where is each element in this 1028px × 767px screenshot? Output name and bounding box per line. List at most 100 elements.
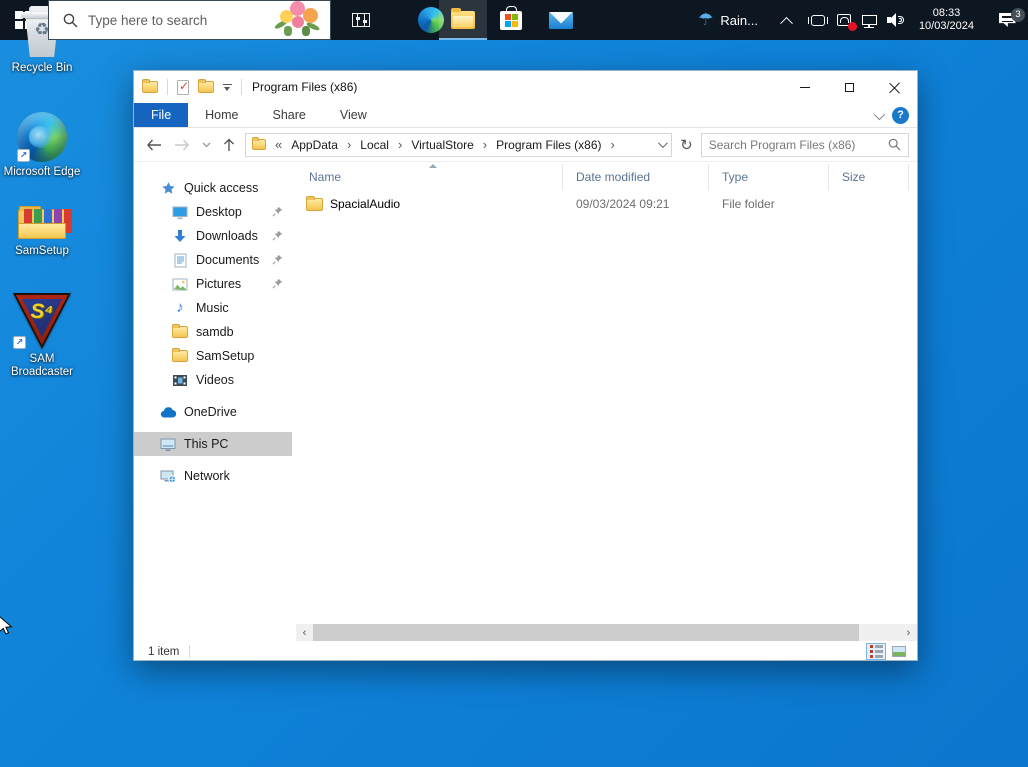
search-highlight-flowers-icon[interactable] (272, 0, 328, 38)
window-title: Program Files (x86) (252, 80, 358, 94)
breadcrumb-item[interactable]: Local (360, 138, 389, 152)
recent-locations-icon[interactable] (202, 142, 211, 148)
search-icon[interactable] (888, 138, 901, 151)
tab-share[interactable]: Share (256, 103, 323, 127)
thumbnails-view-icon[interactable] (889, 643, 909, 660)
sidebar-item-quick-access[interactable]: Quick access (134, 176, 292, 200)
tab-file[interactable]: File (134, 103, 189, 127)
chevron-up-icon[interactable] (780, 16, 793, 30)
column-header-size[interactable]: Size (829, 164, 909, 190)
sidebar-item-music[interactable]: ♪ Music (134, 296, 292, 320)
forward-icon[interactable] (174, 139, 190, 151)
sidebar-item-desktop[interactable]: Desktop (134, 200, 292, 224)
sidebar-item-downloads[interactable]: Downloads (134, 224, 292, 248)
sidebar-item-this-pc[interactable]: This PC (134, 432, 292, 456)
scrollbar-thumb[interactable] (313, 624, 859, 641)
folder-with-files-icon (18, 203, 72, 241)
up-icon[interactable] (223, 138, 235, 152)
pin-icon (272, 254, 283, 265)
star-icon (160, 180, 176, 196)
column-header-type[interactable]: Type (709, 164, 829, 190)
navigation-pane: Quick access Desktop Downloads Documents… (134, 162, 292, 641)
address-folder-icon (252, 137, 266, 150)
sidebar-item-network[interactable]: Network (134, 464, 292, 488)
maximize-button[interactable] (827, 71, 872, 103)
back-icon[interactable] (146, 139, 162, 151)
column-header-name[interactable]: Name (296, 164, 563, 190)
minimize-button[interactable] (782, 71, 827, 103)
store-icon[interactable] (489, 0, 533, 40)
details-view-icon[interactable] (866, 643, 886, 660)
desktop-icon-label: SamSetup (15, 245, 69, 257)
folder-icon (172, 348, 188, 364)
action-center-icon[interactable]: 3 (986, 8, 1028, 27)
close-button[interactable] (872, 71, 917, 103)
scroll-left-icon[interactable]: ‹ (296, 624, 313, 641)
tab-home[interactable]: Home (188, 103, 255, 127)
sidebar-item-videos[interactable]: Videos (134, 368, 292, 392)
sidebar-item-documents[interactable]: Documents (134, 248, 292, 272)
help-icon[interactable]: ? (892, 107, 909, 124)
ribbon-tabs: File Home Share View ? (134, 103, 917, 128)
mouse-cursor (0, 616, 13, 635)
chevron-right-icon[interactable]: › (608, 137, 618, 152)
breadcrumb-overflow[interactable]: « (272, 137, 285, 152)
address-breadcrumb[interactable]: « AppData › Local › VirtualStore › Progr… (245, 132, 673, 157)
pin-icon (272, 278, 283, 289)
task-view-icon[interactable] (339, 0, 383, 40)
explorer-search-box[interactable] (700, 132, 909, 157)
desktop-icon-label: Microsoft Edge (3, 166, 81, 178)
new-folder-icon[interactable] (198, 79, 214, 93)
properties-check-icon[interactable]: ✓ (177, 79, 189, 95)
meet-now-icon[interactable] (806, 0, 830, 40)
desktop-icon-label: Recycle Bin (11, 62, 73, 74)
chevron-right-icon[interactable]: › (395, 137, 405, 152)
desktop-monitor-icon (172, 204, 188, 220)
desktop-icon-microsoft-edge[interactable]: ↗ Microsoft Edge (0, 112, 84, 179)
clock-date: 10/03/2024 (918, 20, 974, 32)
window-folder-icon (142, 79, 158, 93)
refresh-icon[interactable]: ↻ (680, 136, 693, 154)
pin-icon (272, 230, 283, 241)
column-header-date-modified[interactable]: Date modified (563, 164, 709, 190)
breadcrumb-item[interactable]: AppData (291, 138, 338, 152)
sidebar-item-pictures[interactable]: Pictures (134, 272, 292, 296)
desktop-icon-samsetup[interactable]: SamSetup (0, 203, 84, 258)
onedrive-cloud-icon (160, 404, 176, 420)
chevron-right-icon[interactable]: › (344, 137, 354, 152)
explorer-search-input[interactable] (708, 137, 888, 152)
expand-ribbon-icon[interactable] (873, 108, 886, 120)
sidebar-item-samsetup[interactable]: SamSetup (134, 344, 292, 368)
mail-icon[interactable] (539, 0, 583, 40)
taskbar-search-box[interactable] (48, 0, 331, 40)
desktop-icon-sam-broadcaster[interactable]: S⁴ ↗ SAM Broadcaster (0, 293, 84, 379)
horizontal-scrollbar[interactable]: ‹ › (296, 624, 917, 641)
taskbar: ☂ Rain... 08:33 10/03/2024 3 (0, 0, 1028, 40)
scroll-right-icon[interactable]: › (900, 624, 917, 641)
pin-icon (272, 206, 283, 217)
volume-icon[interactable] (884, 0, 908, 40)
chevron-right-icon[interactable]: › (480, 137, 490, 152)
sort-ascending-icon (429, 164, 437, 168)
ethernet-icon[interactable] (858, 0, 882, 40)
sync-alert-icon[interactable] (832, 0, 857, 40)
clock[interactable]: 08:33 10/03/2024 (919, 7, 974, 33)
table-row[interactable]: SpacialAudio 09/03/2024 09:21 File folde… (296, 193, 917, 215)
edge-icon: ↗ (17, 112, 67, 162)
address-dropdown-icon[interactable] (658, 138, 669, 149)
breadcrumb-item[interactable]: Program Files (x86) (496, 138, 601, 152)
film-icon (172, 372, 188, 388)
umbrella-rain-icon: ☂ (698, 10, 714, 29)
tab-view[interactable]: View (323, 103, 384, 127)
file-explorer-taskbar-icon[interactable] (439, 0, 487, 40)
sidebar-item-onedrive[interactable]: OneDrive (134, 400, 292, 424)
alert-dot (847, 22, 857, 31)
document-icon (172, 252, 188, 268)
customize-caret-icon[interactable] (223, 84, 232, 91)
taskbar-app-icons (331, 0, 601, 40)
sam-broadcaster-icon: S⁴ ↗ (13, 293, 71, 349)
computer-icon (160, 436, 176, 452)
weather-widget[interactable]: ☂ Rain... (692, 10, 764, 30)
breadcrumb-item[interactable]: VirtualStore (411, 138, 473, 152)
sidebar-item-samdb[interactable]: samdb (134, 320, 292, 344)
